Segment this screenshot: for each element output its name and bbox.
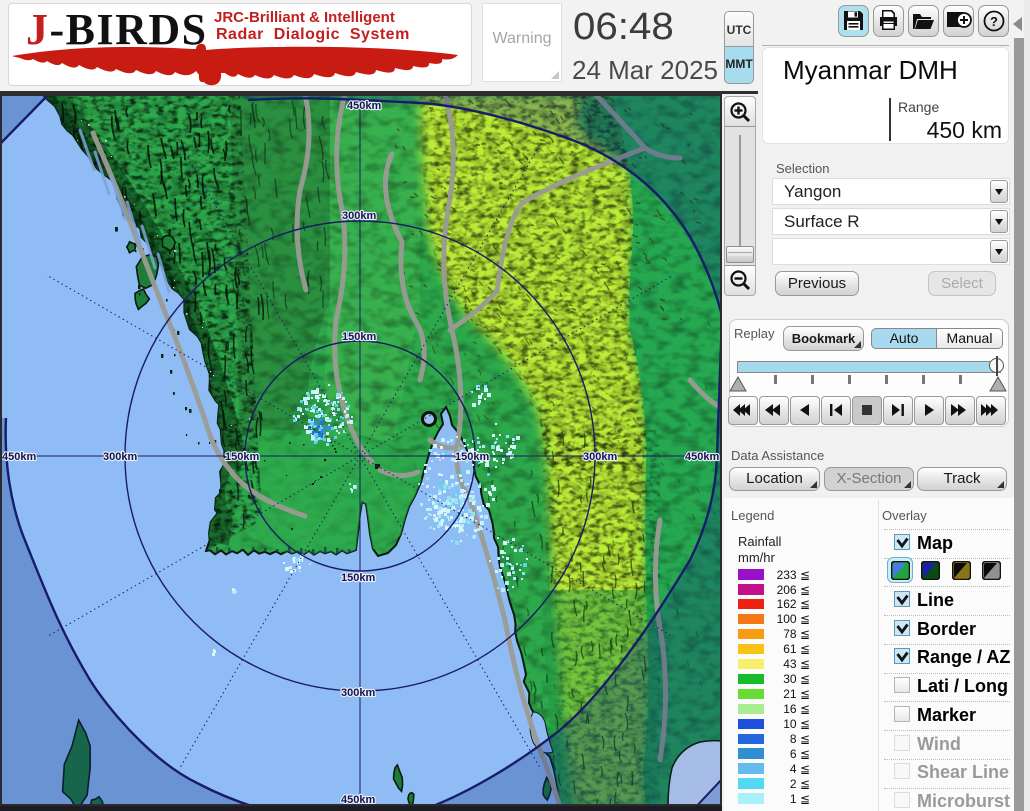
svg-text:150km: 150km <box>341 572 375 584</box>
svg-text:300km: 300km <box>342 210 376 222</box>
svg-text:?: ? <box>990 14 998 29</box>
svg-text:300km: 300km <box>103 451 137 463</box>
svg-text:450km: 450km <box>2 451 36 463</box>
svg-text:150km: 150km <box>455 451 489 463</box>
svg-text:300km: 300km <box>583 451 617 463</box>
svg-text:300km: 300km <box>341 687 375 699</box>
svg-text:150km: 150km <box>342 331 376 343</box>
svg-text:450km: 450km <box>347 100 381 112</box>
svg-text:450km: 450km <box>685 451 719 463</box>
svg-text:150km: 150km <box>225 451 259 463</box>
